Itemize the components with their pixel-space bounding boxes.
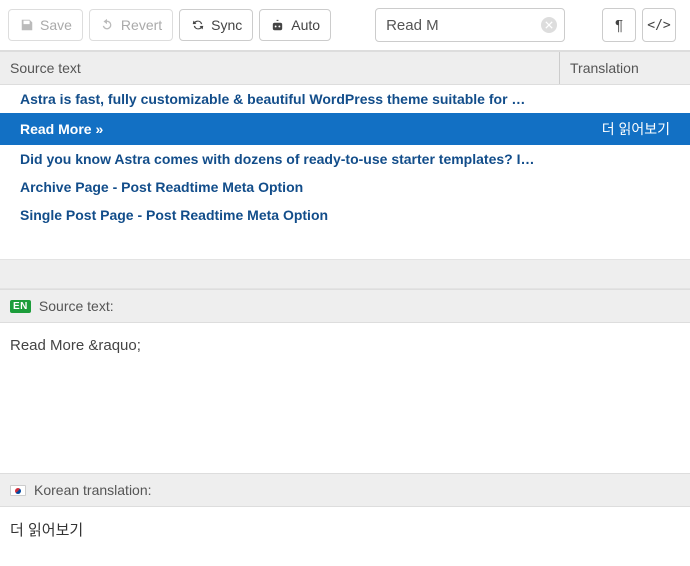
- row-translation: 더 읽어보기: [602, 119, 670, 139]
- robot-icon: [270, 18, 285, 33]
- search-input[interactable]: [375, 8, 565, 42]
- save-button[interactable]: Save: [8, 9, 83, 41]
- string-list: Astra is fast, fully customizable & beau…: [0, 85, 690, 229]
- source-text-label: Source text:: [39, 298, 114, 314]
- row-source: Read More »: [20, 121, 602, 137]
- save-icon: [19, 18, 34, 33]
- toolbar: Save Revert Sync Auto ¶ </>: [0, 0, 690, 51]
- revert-icon: [100, 18, 115, 33]
- en-badge: EN: [10, 300, 31, 313]
- string-row[interactable]: Archive Page - Post Readtime Meta Option: [0, 173, 690, 201]
- column-header-translation[interactable]: Translation: [560, 52, 690, 84]
- column-header-source[interactable]: Source text: [0, 52, 560, 84]
- sync-icon: [190, 18, 205, 33]
- string-row[interactable]: Single Post Page - Post Readtime Meta Op…: [0, 201, 690, 229]
- row-source: Astra is fast, fully customizable & beau…: [20, 91, 670, 107]
- code-icon: </>: [647, 18, 670, 33]
- translation-header: Korean translation:: [0, 473, 690, 507]
- clear-search-icon[interactable]: [541, 17, 557, 33]
- search-wrap: [375, 8, 565, 42]
- row-source: Archive Page - Post Readtime Meta Option: [20, 179, 670, 195]
- translation-label: Korean translation:: [34, 482, 152, 498]
- source-text-content[interactable]: Read More &raquo;: [0, 323, 690, 473]
- sync-button[interactable]: Sync: [179, 9, 253, 41]
- pilcrow-icon: ¶: [615, 17, 623, 34]
- string-row[interactable]: Did you know Astra comes with dozens of …: [0, 145, 690, 173]
- sync-label: Sync: [211, 17, 242, 33]
- spacer: [0, 229, 690, 259]
- auto-label: Auto: [291, 17, 320, 33]
- string-row[interactable]: Astra is fast, fully customizable & beau…: [0, 85, 690, 113]
- table-header: Source text Translation: [0, 51, 690, 85]
- string-row[interactable]: Read More »더 읽어보기: [0, 113, 690, 145]
- spacer: [0, 259, 690, 289]
- row-source: Did you know Astra comes with dozens of …: [20, 151, 670, 167]
- korean-flag-icon: [10, 485, 26, 496]
- source-text-header: EN Source text:: [0, 289, 690, 323]
- code-view-button[interactable]: </>: [642, 8, 676, 42]
- save-label: Save: [40, 17, 72, 33]
- auto-button[interactable]: Auto: [259, 9, 331, 41]
- revert-button[interactable]: Revert: [89, 9, 173, 41]
- row-source: Single Post Page - Post Readtime Meta Op…: [20, 207, 670, 223]
- translation-content[interactable]: 더 읽어보기: [0, 507, 690, 552]
- revert-label: Revert: [121, 17, 162, 33]
- pilcrow-button[interactable]: ¶: [602, 8, 636, 42]
